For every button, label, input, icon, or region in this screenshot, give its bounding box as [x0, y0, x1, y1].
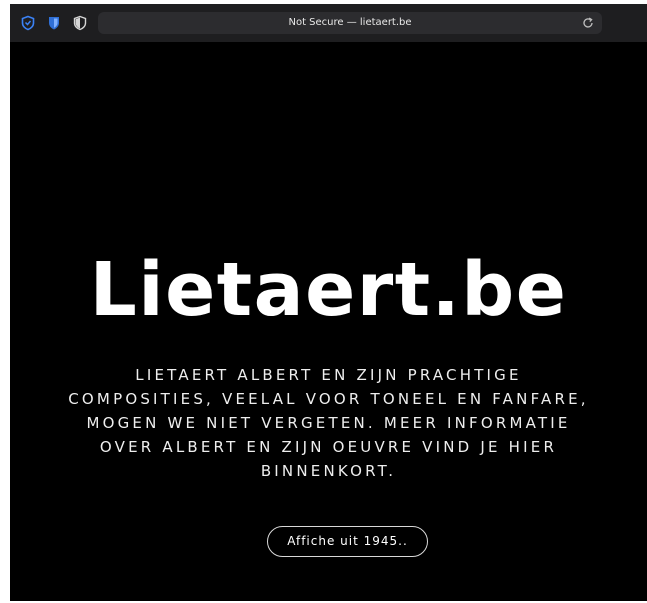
intro-line: COMPOSITIES, VEELAL VOOR TONEEL EN FANFA…	[68, 390, 589, 408]
intro-line: MOGEN WE NIET VERGETEN. MEER INFORMATIE	[86, 414, 571, 432]
browser-toolbar: Not Secure — lietaert.be	[10, 4, 647, 42]
page-title: Lietaert.be	[89, 247, 568, 333]
intro-line: LIETAERT ALBERT EN ZIJN PRACHTIGE	[135, 366, 522, 384]
affiche-button[interactable]: Affiche uit 1945..	[267, 526, 428, 557]
address-bar[interactable]: Not Secure — lietaert.be	[98, 12, 602, 34]
privacy-shield-icon[interactable]	[20, 15, 36, 31]
intro-line: BINNENKORT.	[260, 462, 397, 480]
intro-line: OVER ALBERT EN ZIJN OEUVRE VIND JE HIER	[99, 438, 558, 456]
bitwarden-shield-icon[interactable]	[46, 15, 62, 31]
intro-text: LIETAERT ALBERT EN ZIJN PRACHTIGE COMPOS…	[36, 363, 621, 483]
reload-icon[interactable]	[580, 15, 596, 31]
browser-window: Not Secure — lietaert.be Lietaert.be LIE…	[10, 4, 647, 601]
privacy-badger-shield-icon[interactable]	[72, 15, 88, 31]
address-bar-text: Not Secure — lietaert.be	[288, 17, 412, 28]
